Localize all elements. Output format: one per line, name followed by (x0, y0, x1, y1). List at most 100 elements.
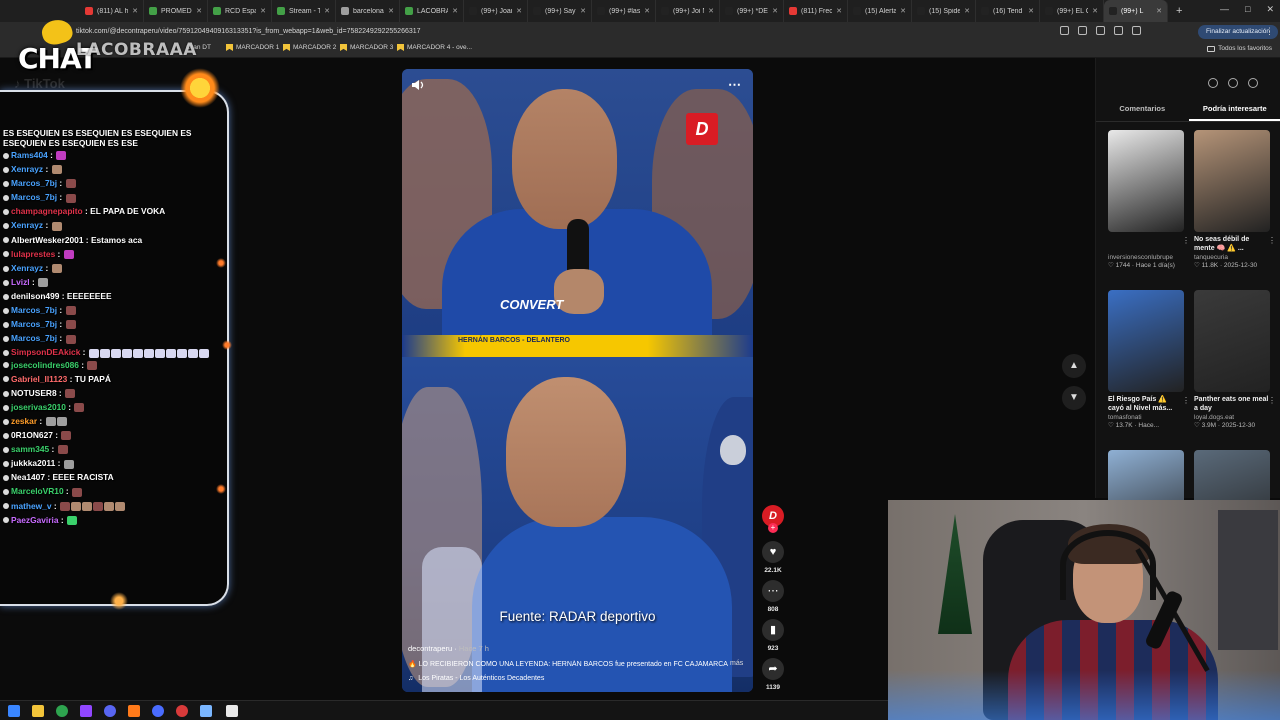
extensions-puzzle-icon[interactable] (1114, 26, 1123, 35)
bookmark-item[interactable]: MARCADOR 4 - ove... (397, 44, 472, 51)
like-heart-icon[interactable]: ♥ (762, 541, 784, 563)
close-tab-icon[interactable]: ✕ (772, 7, 778, 15)
close-tab-icon[interactable]: ✕ (452, 7, 458, 15)
browser-menu-icon[interactable]: ⋮ (1265, 26, 1274, 37)
more-options-icon[interactable]: ⋮ (1268, 236, 1276, 245)
browser-tab[interactable]: (99+) Say ✕ (528, 0, 592, 22)
start-icon[interactable] (8, 705, 20, 717)
device-icon[interactable] (1228, 78, 1238, 88)
browser-tab[interactable]: (99+) #lass✕ (592, 0, 656, 22)
chat-username[interactable]: Gabriel_II1123 (11, 374, 67, 384)
close-tab-icon[interactable]: ✕ (644, 7, 650, 15)
follow-plus-icon[interactable]: + (768, 523, 778, 533)
close-tab-icon[interactable]: ✕ (516, 7, 522, 15)
share-icon[interactable]: ➦ (762, 658, 784, 680)
close-tab-icon[interactable]: ✕ (324, 7, 330, 15)
file-explorer-icon[interactable] (32, 705, 44, 717)
chat-username[interactable]: Lvizl (11, 277, 30, 287)
recommended-title[interactable]: Panther eats one meal a day (1194, 395, 1270, 413)
browser-tab[interactable]: LACOBRA ✕ (400, 0, 464, 22)
browser-tab[interactable]: (811) AL hi ✕ (80, 0, 144, 22)
browser-tab[interactable]: (15) Alerta ✕ (848, 0, 912, 22)
chat-username[interactable]: Marcos_7bj (11, 333, 57, 343)
chat-username[interactable]: Marcos_7bj (11, 178, 57, 188)
obs-icon[interactable] (176, 705, 188, 717)
url-field[interactable]: tiktok.com/@decontraperu/video/759120494… (66, 25, 1046, 39)
browser-tab[interactable]: barcelona ✕ (336, 0, 400, 22)
recommended-user[interactable]: inversionesconlubrupe (1108, 254, 1184, 261)
extension-icon[interactable] (1096, 26, 1105, 35)
chat-username[interactable]: Nea1407 (11, 472, 45, 482)
more-options-icon[interactable]: ⋮ (1182, 396, 1190, 405)
bookmark-item[interactable]: MARCADOR 1 (226, 44, 279, 51)
chat-username[interactable]: josecolindres086 (11, 360, 79, 370)
more-options-icon[interactable]: ⋮ (1268, 396, 1276, 405)
chat-username[interactable]: SimpsonDEAkick (11, 347, 80, 357)
volume-icon[interactable] (412, 79, 426, 91)
chat-username[interactable]: zeskar (11, 416, 37, 426)
chat-username[interactable]: PaezGaviria (11, 515, 59, 525)
maximize-icon[interactable]: □ (1245, 4, 1250, 15)
twitch-icon[interactable] (80, 705, 92, 717)
close-tab-icon[interactable]: ✕ (1092, 7, 1098, 15)
chat-username[interactable]: Xenrayz (11, 164, 43, 174)
chat-username[interactable]: AlbertWesker2001 (11, 235, 83, 245)
browser-tab[interactable]: RCD Espa ✕ (208, 0, 272, 22)
video-thumbnail[interactable] (1194, 290, 1270, 392)
all-favorites[interactable]: Todos los favoritos (1207, 45, 1272, 52)
recommended-user[interactable]: tomasfonati (1108, 414, 1184, 421)
close-tab-icon[interactable]: ✕ (580, 7, 586, 15)
install-icon[interactable] (1060, 26, 1069, 35)
close-tab-icon[interactable]: ✕ (1156, 7, 1162, 15)
chat-username[interactable]: jukkka2011 (11, 458, 55, 468)
comment-icon[interactable]: ⋯ (762, 580, 784, 602)
chat-username[interactable]: joserivas2010 (11, 402, 66, 412)
profile-icon[interactable] (1132, 26, 1141, 35)
app-icon[interactable] (200, 705, 212, 717)
tab-recommended[interactable]: Podría interesarte (1188, 102, 1280, 121)
tab-comments[interactable]: Comentarios (1096, 102, 1189, 121)
chat-username[interactable]: NOTUSER8 (11, 388, 57, 398)
browser-tab[interactable]: (16) Tend ✕ (976, 0, 1040, 22)
close-tab-icon[interactable]: ✕ (836, 7, 842, 15)
chat-username[interactable]: samm345 (11, 444, 49, 454)
video-music[interactable]: ♫ Los Piratas - Los Auténticos Decadentes (408, 675, 544, 682)
description-more-link[interactable]: más (730, 660, 743, 667)
chat-username[interactable]: mathew_v (11, 501, 52, 511)
chat-username[interactable]: MarceloVR10 (11, 486, 64, 496)
video-thumbnail[interactable] (1108, 290, 1184, 392)
close-tab-icon[interactable]: ✕ (260, 7, 266, 15)
more-options-icon[interactable]: ⋯ (728, 77, 741, 93)
recommended-video[interactable]: El Riesgo País ⚠️ cayó al Nivel más... to… (1108, 290, 1190, 429)
recommended-video[interactable]: inversionesconlubrupe ♡ 1744 · Hace 1 día… (1108, 130, 1190, 269)
chat-username[interactable]: Marcos_7bj (11, 305, 57, 315)
chat-username[interactable]: lulaprestes (11, 249, 55, 259)
user-avatar-icon[interactable] (1248, 78, 1258, 88)
more-options-icon[interactable]: ⋮ (1182, 236, 1190, 245)
app-icon[interactable] (226, 705, 238, 717)
recommended-title[interactable]: No seas débil de mente 🧠 ⚠️ ... (1194, 235, 1270, 253)
recommended-video[interactable]: No seas débil de mente 🧠 ⚠️ ... tanquecur… (1194, 130, 1276, 269)
video-thumbnail[interactable] (1108, 130, 1184, 232)
video-thumbnail[interactable] (1194, 130, 1270, 232)
recommended-user[interactable]: tanquecuria (1194, 254, 1270, 261)
chat-username[interactable]: Xenrayz (11, 220, 43, 230)
close-tab-icon[interactable]: ✕ (132, 7, 138, 15)
browser-tab[interactable]: (99+) *DES✕ (720, 0, 784, 22)
close-tab-icon[interactable]: ✕ (196, 7, 202, 15)
browser-tab[interactable]: PROMEDI ✕ (144, 0, 208, 22)
app-icon[interactable] (128, 705, 140, 717)
bookmark-item[interactable]: MARCADOR 2 (283, 44, 336, 51)
bookmark-item[interactable]: MARCADOR 3 (340, 44, 393, 51)
chat-username[interactable]: Xenrayz (11, 263, 43, 273)
browser-tab[interactable]: (99+) L ✕ (1104, 0, 1168, 22)
new-tab-icon[interactable]: + (1168, 5, 1190, 17)
recommended-title[interactable]: El Riesgo País ⚠️ cayó al Nivel más... (1108, 395, 1184, 413)
compass-icon[interactable] (1208, 78, 1218, 88)
app-icon[interactable] (152, 705, 164, 717)
minimize-icon[interactable]: — (1220, 4, 1229, 15)
chat-username[interactable]: Rams404 (11, 150, 48, 160)
browser-tab[interactable]: Stream - T ✕ (272, 0, 336, 22)
chat-username[interactable]: 0R1ON627 (11, 430, 53, 440)
chat-username[interactable]: champagnepapito (11, 206, 83, 216)
